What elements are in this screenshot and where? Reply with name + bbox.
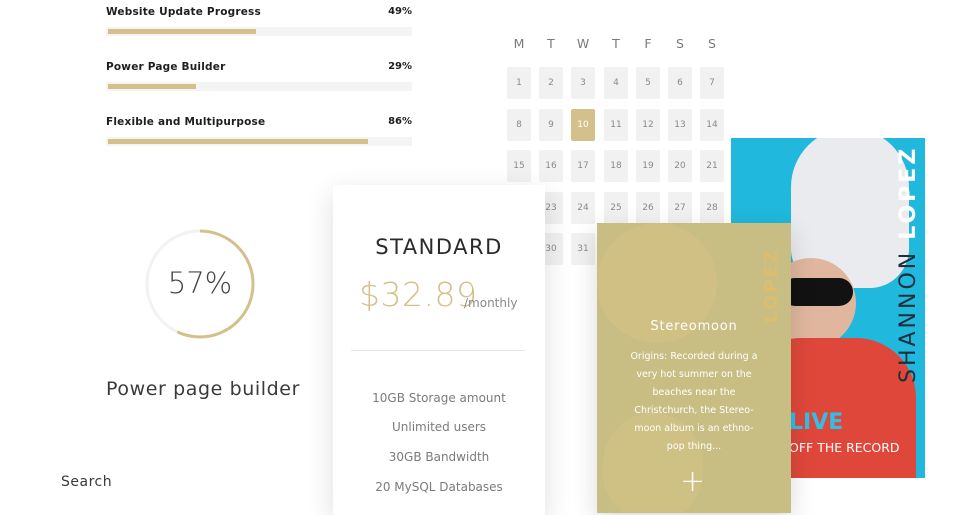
progress-percent: 29%	[388, 61, 412, 72]
calendar-day[interactable]: 4	[604, 67, 628, 99]
calendar-day[interactable]: 9	[539, 108, 563, 141]
calendar-day[interactable]: 28	[700, 191, 724, 224]
artist-sunglasses	[781, 278, 853, 306]
calendar-day[interactable]: 12	[636, 108, 660, 141]
progress-label: Website Update Progress	[106, 6, 261, 18]
live-label: LIVE	[789, 410, 844, 435]
progress-label: Power Page Builder	[106, 61, 226, 73]
progress-fill	[108, 29, 256, 34]
weekday-header: F	[644, 36, 652, 51]
artist-name-vertical: SHANNON LOPEZ	[896, 146, 921, 383]
album-vertical-text: LOPEZ	[761, 248, 782, 323]
calendar-day[interactable]: 21	[700, 150, 724, 182]
calendar-day[interactable]: 25	[604, 191, 628, 224]
progress-track	[106, 27, 412, 36]
calendar-day[interactable]: 13	[668, 108, 692, 141]
progress-label: Flexible and Multipurpose	[106, 116, 266, 128]
calendar-day[interactable]: 26	[636, 191, 660, 224]
donut-caption: Power page builder	[106, 378, 300, 400]
artist-last-name: LOPEZ	[896, 145, 921, 240]
weekday-header: S	[676, 36, 684, 51]
album-card[interactable]: LOPEZ Stereomoon Origins: Recorded durin…	[597, 223, 791, 513]
progress-bar-website-update: Website Update Progress 49%	[106, 6, 412, 36]
calendar-day[interactable]: 5	[636, 67, 660, 99]
feature-item: 30GB Bandwidth	[388, 450, 490, 464]
album-title: Stereomoon	[650, 319, 738, 334]
calendar-day[interactable]: 20	[668, 150, 692, 182]
album-description: Origins: Recorded during a very hot summ…	[630, 351, 758, 452]
progress-fill	[108, 84, 196, 89]
plus-icon[interactable]: +	[680, 467, 705, 497]
progress-bar-flexible-multipurpose: Flexible and Multipurpose 86%	[106, 116, 412, 146]
off-the-record-label: OFF THE RECORD	[789, 440, 900, 455]
calendar-day[interactable]: 19	[636, 150, 660, 182]
calendar-day[interactable]: 1	[507, 67, 531, 99]
progress-percent: 86%	[388, 116, 412, 127]
progress-percent: 49%	[388, 6, 412, 17]
calendar-day[interactable]: 14	[700, 108, 724, 141]
divider	[351, 350, 525, 351]
calendar-day-selected[interactable]: 10	[571, 108, 595, 141]
feature-item: Unlimited users	[391, 420, 487, 434]
calendar-day[interactable]: 16	[539, 150, 563, 182]
calendar-day[interactable]: 17	[571, 150, 595, 182]
calendar-day[interactable]: 11	[604, 108, 628, 141]
weekday-header: S	[708, 36, 716, 51]
progress-fill	[108, 139, 368, 144]
calendar-day[interactable]: 27	[668, 191, 692, 224]
calendar-day[interactable]: 24	[571, 191, 595, 224]
weekday-header: T	[612, 36, 620, 51]
calendar-day[interactable]: 2	[539, 67, 563, 99]
plan-period: /monthly	[464, 296, 518, 310]
donut-value: 57%	[167, 266, 233, 300]
calendar-day[interactable]: 3	[571, 67, 595, 99]
feature-item: 20 MySQL Databases	[375, 480, 503, 494]
pricing-card-standard: STANDARD $32.89 /monthly 10GB Storage am…	[333, 185, 545, 515]
weekday-header: T	[547, 36, 555, 51]
plan-price: $32.89	[359, 275, 478, 314]
progress-track	[106, 137, 412, 146]
calendar-day[interactable]: 8	[507, 108, 531, 141]
artist-first-name: SHANNON	[896, 249, 921, 383]
weekday-header: W	[576, 36, 590, 51]
plan-title: STANDARD	[375, 235, 503, 259]
calendar-day[interactable]: 6	[668, 67, 692, 99]
calendar-day[interactable]: 15	[507, 150, 531, 182]
feature-item: 10GB Storage amount	[372, 391, 506, 405]
calendar-day[interactable]: 7	[700, 67, 724, 99]
weekday-header: M	[513, 36, 525, 51]
progress-bar-power-page-builder: Power Page Builder 29%	[106, 61, 412, 91]
calendar-day[interactable]: 18	[604, 150, 628, 182]
progress-track	[106, 82, 412, 91]
calendar-day[interactable]: 31	[571, 233, 595, 265]
search-label[interactable]: Search	[61, 474, 112, 490]
